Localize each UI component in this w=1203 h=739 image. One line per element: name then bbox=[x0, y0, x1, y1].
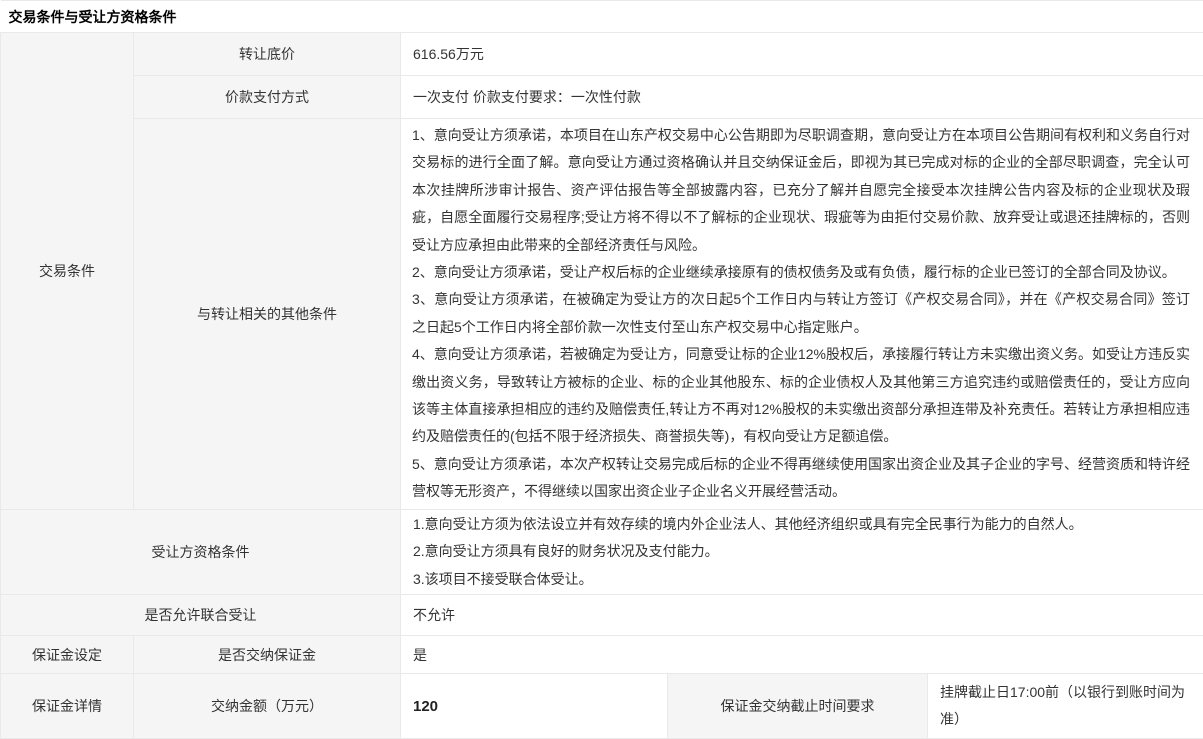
condition-item-4: 4、意向受让方须承诺，若被确定为受让方，同意受让标的企业12%股权后，承接履行转… bbox=[412, 341, 1190, 451]
condition-item-5: 5、意向受让方须承诺，本次产权转让交易完成后标的企业不得再继续使用国家出资企业及… bbox=[412, 451, 1190, 506]
section-title: 交易条件与受让方资格条件 bbox=[1, 1, 1203, 33]
row-label-deposit-deadline: 保证金交纳截止时间要求 bbox=[668, 674, 928, 739]
condition-item-3: 3、意向受让方须承诺，在被确定为受让方的次日起5个工作日内与转让方签订《产权交易… bbox=[412, 286, 1190, 341]
payment-method-value: 一次支付 价款支付要求：一次性付款 bbox=[401, 76, 1203, 119]
table-row: 保证金设定 是否交纳保证金 是 bbox=[1, 636, 1203, 674]
deposit-amount-value: 120 bbox=[401, 674, 668, 739]
table-row: 受让方资格条件 1.意向受让方须为依法设立并有效存续的境内外企业法人、其他经济组… bbox=[1, 509, 1203, 595]
row-label-deposit-required: 是否交纳保证金 bbox=[134, 636, 401, 674]
table-row: 是否允许联合受让 不允许 bbox=[1, 595, 1203, 636]
group-label-trade-conditions: 交易条件 bbox=[1, 33, 134, 510]
other-conditions-value: 1、意向受让方须承诺，本项目在山东产权交易中心公告期即为尽职调查期，意向受让方在… bbox=[401, 119, 1203, 510]
joint-transfer-value: 不允许 bbox=[401, 595, 1203, 636]
row-label-payment-method: 价款支付方式 bbox=[134, 76, 401, 119]
qualification-item-2: 2.意向受让方须具有良好的财务状况及支付能力。 bbox=[413, 538, 1191, 566]
qualification-item-1: 1.意向受让方须为依法设立并有效存续的境内外企业法人、其他经济组织或具有完全民事… bbox=[413, 511, 1191, 539]
deposit-required-value: 是 bbox=[401, 636, 1203, 674]
row-label-transfer-price: 转让底价 bbox=[134, 33, 401, 76]
deposit-deadline-value: 挂牌截止日17:00前（以银行到账时间为准） bbox=[928, 674, 1203, 739]
qualification-item-3: 3.该项目不接受联合体受让。 bbox=[413, 566, 1191, 594]
group-label-deposit-setting: 保证金设定 bbox=[1, 636, 134, 674]
row-label-joint-transfer: 是否允许联合受让 bbox=[1, 595, 401, 636]
table-row: 保证金详情 交纳金额（万元） 120 保证金交纳截止时间要求 挂牌截止日17:0… bbox=[1, 674, 1203, 739]
group-label-deposit-details: 保证金详情 bbox=[1, 674, 134, 739]
row-label-deposit-amount: 交纳金额（万元） bbox=[134, 674, 401, 739]
conditions-table: 交易条件与受让方资格条件 交易条件 转让底价 616.56万元 价款支付方式 一… bbox=[0, 0, 1203, 739]
row-label-other-conditions: 与转让相关的其他条件 bbox=[134, 119, 401, 510]
table-row: 价款支付方式 一次支付 价款支付要求：一次性付款 bbox=[1, 76, 1203, 119]
condition-item-1: 1、意向受让方须承诺，本项目在山东产权交易中心公告期即为尽职调查期，意向受让方在… bbox=[412, 122, 1190, 259]
table-row: 交易条件 转让底价 616.56万元 bbox=[1, 33, 1203, 76]
qualification-value: 1.意向受让方须为依法设立并有效存续的境内外企业法人、其他经济组织或具有完全民事… bbox=[401, 509, 1203, 595]
transfer-price-value: 616.56万元 bbox=[401, 33, 1203, 76]
table-title-row: 交易条件与受让方资格条件 bbox=[1, 1, 1203, 33]
row-label-qualification: 受让方资格条件 bbox=[1, 509, 401, 595]
table-row: 与转让相关的其他条件 1、意向受让方须承诺，本项目在山东产权交易中心公告期即为尽… bbox=[1, 119, 1203, 510]
condition-item-2: 2、意向受让方须承诺，受让产权后标的企业继续承接原有的债权债务及或有负债，履行标… bbox=[412, 259, 1190, 286]
